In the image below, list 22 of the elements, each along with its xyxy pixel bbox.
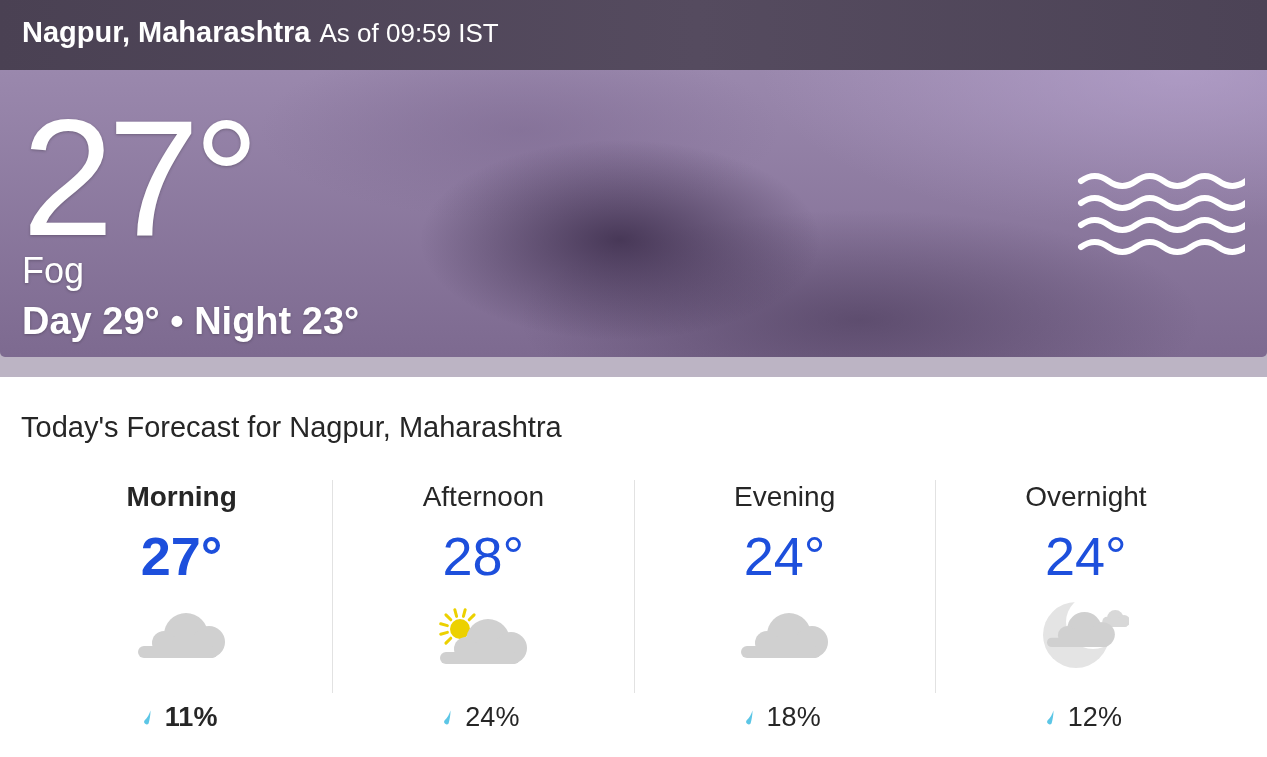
cloud-icon	[137, 612, 226, 658]
period-label: Morning	[126, 480, 237, 514]
period-temperature: 27°	[140, 526, 223, 586]
period-temperature: 28°	[442, 526, 525, 586]
period-temperature: 24°	[1045, 526, 1127, 586]
precipitation-chance: 12%	[1067, 701, 1122, 734]
period-label: Overnight	[1025, 480, 1147, 514]
current-temperature: 27°	[22, 103, 254, 253]
period-label: Evening	[734, 480, 836, 514]
precipitation-chance: 24%	[465, 701, 520, 734]
condition-text: Fog	[22, 253, 85, 289]
precipitation-chance: 11%	[164, 701, 218, 734]
period-label: Afternoon	[422, 480, 545, 514]
day-night-temperatures: Day 29° • Night 23°	[22, 299, 360, 343]
location-name: Nagpur, Maharashtra	[22, 16, 311, 49]
moon-cloud-icon	[1042, 602, 1129, 668]
period-temperature: 24°	[743, 526, 826, 586]
updated-time: As of 09:59 IST	[319, 18, 499, 49]
cloud-icon	[740, 612, 829, 658]
precipitation-chance: 18%	[766, 701, 821, 734]
sun-cloud-icon	[438, 606, 529, 664]
forecast-heading: Today's Forecast for Nagpur, Maharashtra	[21, 410, 562, 444]
